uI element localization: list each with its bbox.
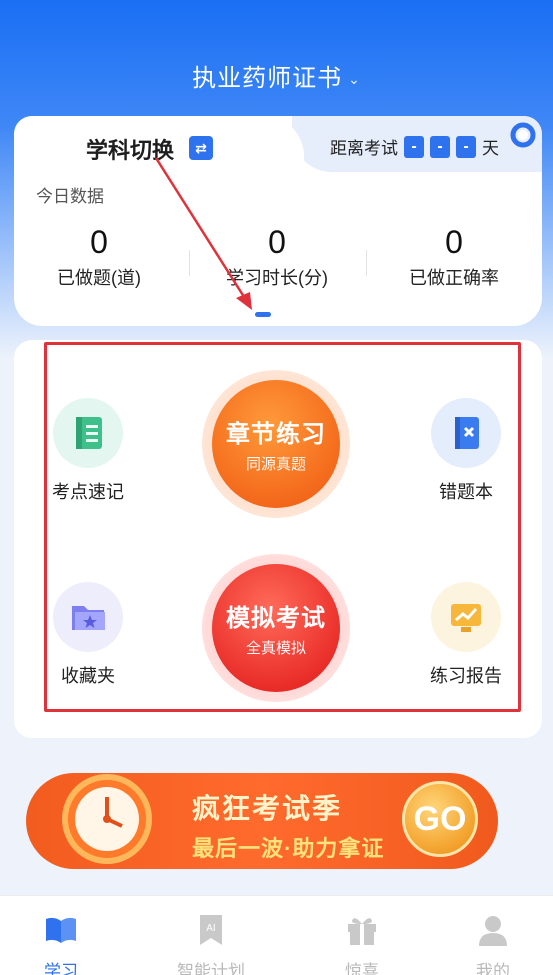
countdown-digit: - [456, 135, 476, 158]
exam-countdown: 距离考试 - - - 天 [330, 134, 499, 159]
banner-sub: 最后一波·助力拿证 [192, 836, 385, 861]
subject-switch-label[interactable]: 学科切换 [86, 133, 174, 165]
banner-title: 疯狂考试季 [192, 793, 343, 824]
stat-value: 0 [445, 224, 463, 260]
nav-label: 学习 [44, 962, 78, 975]
nav-label: 我的 [476, 962, 510, 975]
nav-study[interactable]: 学习 [11, 912, 111, 975]
link-icon[interactable] [508, 120, 538, 150]
stat-questions: 0 已做题(道) [14, 224, 184, 290]
countdown-digit: - [430, 135, 450, 158]
stat-value: 0 [90, 224, 108, 260]
countdown-digit: - [404, 135, 424, 158]
page-indicator [255, 312, 271, 317]
divider [366, 250, 367, 276]
go-badge: GO [402, 781, 478, 857]
page-title: 执业药师证书 [192, 65, 343, 92]
stat-label: 已做正确率 [409, 268, 499, 288]
gift-icon [348, 918, 376, 945]
alarm-clock-icon [62, 774, 152, 864]
svg-text:AI: AI [206, 923, 215, 934]
ai-bookmark-icon: AI [200, 915, 222, 945]
book-open-icon [46, 917, 76, 943]
divider [189, 250, 190, 276]
nav-label: 智能计划 [177, 962, 245, 975]
stat-study-time: 0 学习时长(分) [192, 224, 362, 290]
stat-accuracy: 0 已做正确率 [369, 224, 539, 290]
user-icon [479, 916, 507, 946]
nav-surprise[interactable]: 惊喜 [312, 912, 412, 975]
stat-label: 已做题(道) [57, 268, 141, 288]
countdown-unit: 天 [482, 139, 499, 158]
highlight-frame [44, 342, 521, 712]
nav-plan[interactable]: AI 智能计划 [161, 912, 261, 975]
stat-label: 学习时长(分) [226, 268, 328, 288]
nav-label: 惊喜 [345, 962, 379, 975]
bottom-nav: 学习 AI 智能计划 惊喜 我的 [0, 895, 553, 975]
nav-mine[interactable]: 我的 [443, 912, 543, 975]
stats-card: 学科切换 ⇄ 距离考试 - - - 天 今日数据 0 已做题(道) 0 学习时长… [14, 116, 542, 326]
chevron-down-icon: ⌄ [348, 71, 361, 88]
stat-value: 0 [268, 224, 286, 260]
today-label: 今日数据 [36, 187, 104, 206]
switch-icon[interactable]: ⇄ [189, 136, 213, 160]
countdown-label: 距离考试 [330, 139, 398, 158]
cert-selector[interactable]: 执业药师证书 ⌄ [0, 58, 553, 93]
